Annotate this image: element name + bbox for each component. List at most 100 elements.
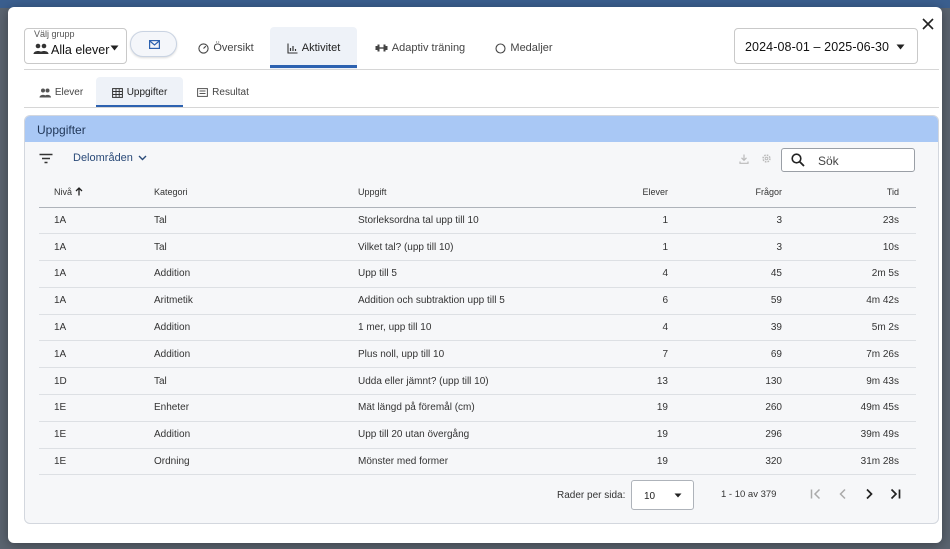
gear-icon[interactable] <box>761 153 772 164</box>
cell-task: Plus noll, upp till 10 <box>358 340 565 369</box>
cell-level: 1A <box>39 207 154 235</box>
cell-level: 1A <box>39 233 154 262</box>
cell-time: 31m 28s <box>782 448 916 476</box>
caret-down-icon <box>896 44 905 50</box>
table-row[interactable]: 1D Tal Udda eller jämnt? (upp till 10) 1… <box>39 367 916 396</box>
tab-label: Medaljer <box>510 42 553 54</box>
date-range-select[interactable]: 2024-08-01 – 2025-06-30 <box>734 28 918 64</box>
tab-adaptiv-traning[interactable]: Adaptiv träning <box>370 27 470 69</box>
caret-down-icon <box>674 493 682 498</box>
first-page-icon[interactable] <box>809 487 823 501</box>
column-header-label: Nivå <box>54 187 73 198</box>
tasks-table: Nivå Kategori Uppgift Elever Frågor Tid … <box>39 178 916 476</box>
cell-time: 7m 26s <box>782 340 916 369</box>
cell-task: Upp till 20 utan övergång <box>358 421 565 449</box>
subarea-filter-button[interactable]: Delområden <box>73 152 147 164</box>
cell-students: 4 <box>565 260 668 288</box>
cell-level: 1D <box>39 367 154 396</box>
close-icon[interactable] <box>920 16 936 32</box>
column-header-time[interactable]: Tid <box>782 178 916 208</box>
email-button[interactable] <box>130 31 177 57</box>
rows-per-page-select[interactable]: 10 <box>631 480 694 510</box>
next-page-icon[interactable] <box>862 487 876 501</box>
tasks-card: Uppgifter Delområden Nivå <box>24 115 939 524</box>
cell-time: 49m 45s <box>782 394 916 422</box>
cell-level: 1A <box>39 287 154 315</box>
tab-label: Aktivitet <box>301 42 341 54</box>
table-row[interactable]: 1E Enheter Mät längd på föremål (cm) 19 … <box>39 394 916 422</box>
download-icon[interactable] <box>739 154 749 164</box>
mail-icon <box>149 40 160 49</box>
subtabs-divider <box>24 107 939 108</box>
column-header-questions[interactable]: Frågor <box>668 178 782 208</box>
cell-task: Mät längd på föremål (cm) <box>358 394 565 422</box>
table-row[interactable]: 1A Aritmetik Addition och subtraktion up… <box>39 287 916 315</box>
cell-level: 1E <box>39 421 154 449</box>
dumbbell-icon <box>375 44 388 52</box>
table-row[interactable]: 1A Tal Vilket tal? (upp till 10) 1 3 10s <box>39 233 916 262</box>
cell-level: 1A <box>39 314 154 342</box>
cell-questions: 39 <box>668 314 782 342</box>
column-header-level[interactable]: Nivå <box>39 178 154 208</box>
cell-students: 4 <box>565 314 668 342</box>
group-select-value: Alla elever <box>51 43 110 57</box>
cell-questions: 3 <box>668 207 782 235</box>
table-row[interactable]: 1A Addition Upp till 5 4 45 2m 5s <box>39 260 916 288</box>
cell-category: Addition <box>154 260 358 288</box>
cell-category: Tal <box>154 233 358 262</box>
subtab-elever[interactable]: Elever <box>30 77 92 108</box>
cell-task: Upp till 5 <box>358 260 565 288</box>
people-icon <box>33 43 49 54</box>
subtab-resultat[interactable]: Resultat <box>192 77 254 108</box>
cell-category: Addition <box>154 314 358 342</box>
group-select-label: Välj grupp <box>33 29 76 39</box>
cell-questions: 69 <box>668 340 782 369</box>
column-header-task[interactable]: Uppgift <box>358 178 565 208</box>
cell-students: 19 <box>565 421 668 449</box>
cell-students: 1 <box>565 207 668 235</box>
statistics-dialog: Välj grupp Alla elever Översikt Aktivite… <box>8 7 942 543</box>
cell-questions: 59 <box>668 287 782 315</box>
tabs-divider <box>24 69 939 70</box>
cell-task: Storleksordna tal upp till 10 <box>358 207 565 235</box>
bar-chart-icon <box>287 43 298 54</box>
cell-level: 1E <box>39 448 154 476</box>
tab-medaljer[interactable]: Medaljer <box>488 27 560 69</box>
cell-questions: 45 <box>668 260 782 288</box>
last-page-icon[interactable] <box>888 487 902 501</box>
search-input[interactable] <box>818 153 908 168</box>
active-tab-indicator <box>270 65 357 68</box>
tab-oversikt[interactable]: Översikt <box>190 27 262 69</box>
previous-page-icon[interactable] <box>836 487 850 501</box>
rows-per-page-label: Rader per sida: <box>557 490 626 501</box>
date-range-value: 2024-08-01 – 2025-06-30 <box>745 40 890 54</box>
cell-questions: 130 <box>668 367 782 396</box>
column-header-category[interactable]: Kategori <box>154 178 358 208</box>
table-row[interactable]: 1A Addition 1 mer, upp till 10 4 39 5m 2… <box>39 314 916 342</box>
filter-icon[interactable] <box>39 153 53 164</box>
search-icon <box>791 153 805 167</box>
cell-questions: 260 <box>668 394 782 422</box>
table-row[interactable]: 1E Ordning Mönster med former 19 320 31m… <box>39 448 916 476</box>
cell-category: Addition <box>154 421 358 449</box>
tab-label: Adaptiv träning <box>391 42 466 54</box>
pagination: Rader per sida: 10 1 - 10 av 379 <box>25 478 938 510</box>
cell-category: Enheter <box>154 394 358 422</box>
rows-per-page-value: 10 <box>644 491 656 502</box>
table-row[interactable]: 1A Tal Storleksordna tal upp till 10 1 3… <box>39 207 916 235</box>
subtab-uppgifter[interactable]: Uppgifter <box>96 77 183 108</box>
cell-level: 1E <box>39 394 154 422</box>
column-header-students[interactable]: Elever <box>565 178 668 208</box>
cell-students: 19 <box>565 394 668 422</box>
list-icon <box>197 88 209 97</box>
cell-level: 1A <box>39 260 154 288</box>
cell-students: 6 <box>565 287 668 315</box>
table-row[interactable]: 1A Addition Plus noll, upp till 10 7 69 … <box>39 340 916 369</box>
cell-category: Tal <box>154 207 358 235</box>
cell-task: Vilket tal? (upp till 10) <box>358 233 565 262</box>
search-field[interactable] <box>781 148 915 172</box>
subtab-label: Uppgifter <box>126 87 168 98</box>
table-row[interactable]: 1E Addition Upp till 20 utan övergång 19… <box>39 421 916 449</box>
group-select[interactable]: Välj grupp Alla elever <box>24 28 127 64</box>
tab-aktivitet[interactable]: Aktivitet <box>270 27 357 69</box>
